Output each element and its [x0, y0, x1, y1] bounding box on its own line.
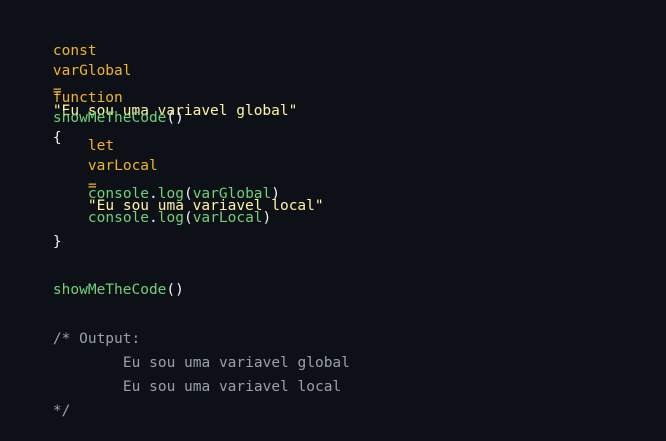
keyword-function: function — [52, 90, 123, 106]
comment-end-marker: */ — [52, 403, 71, 419]
function-call-name: showMeTheCode — [52, 282, 167, 298]
code-line-let-declaration: let varLocal = "Eu sou uma variavel loca… — [53, 116, 324, 214]
close-brace: } — [52, 234, 62, 250]
code-line-console-log-local: console.log(varLocal) — [53, 188, 271, 226]
code-line-function-call: showMeTheCode() — [18, 260, 184, 298]
code-block: const varGlobal = "Eu sou uma variavel g… — [0, 0, 666, 420]
code-line-function-declaration: function showMeTheCode() { — [18, 68, 184, 146]
dot-operator: . — [149, 210, 158, 226]
keyword-let: let — [87, 138, 115, 154]
close-paren: ) — [262, 210, 272, 226]
comment-output-line-2: Eu sou uma variavel local — [88, 357, 341, 395]
close-paren: ) — [271, 186, 281, 202]
console-object: console — [87, 210, 150, 226]
comment-output-line-1: Eu sou uma variavel global — [88, 333, 350, 371]
code-line-console-log-global: console.log(varGlobal) — [53, 164, 280, 202]
open-paren: ( — [183, 210, 193, 226]
comment-end: */ — [18, 381, 70, 419]
argument-varLocal: varLocal — [192, 210, 263, 226]
comment-output-local: Eu sou uma variavel local — [122, 379, 342, 395]
log-method: log — [157, 210, 184, 226]
function-call-parens: () — [166, 282, 184, 298]
comment-start: /* Output: — [18, 309, 140, 347]
code-line-const-declaration: const varGlobal = "Eu sou uma variavel g… — [18, 21, 297, 119]
code-line-close-brace: } — [18, 212, 62, 250]
keyword-const: const — [52, 43, 97, 59]
